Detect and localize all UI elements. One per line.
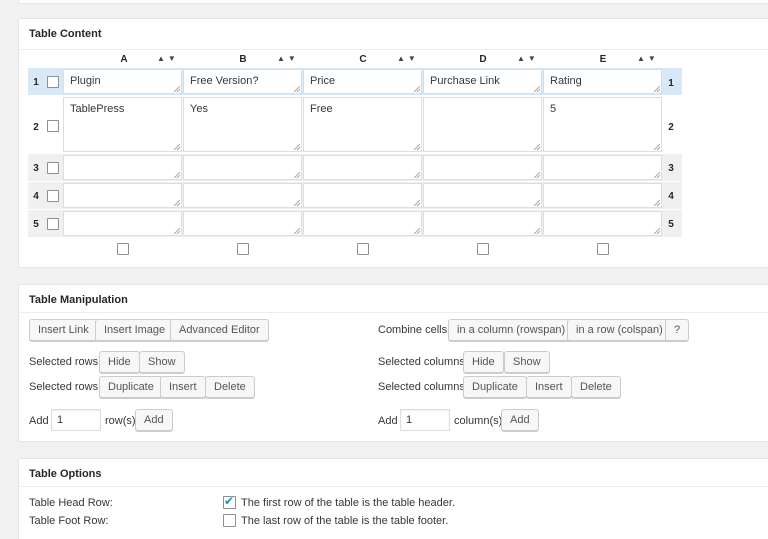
table-cell[interactable]	[303, 183, 422, 208]
row-number: 2	[33, 122, 39, 133]
column-header-c[interactable]: C	[357, 54, 369, 66]
advanced-editor-button[interactable]: Advanced Editor	[170, 319, 269, 341]
table-cell[interactable]	[183, 211, 302, 236]
column-header-b[interactable]: B	[237, 54, 249, 66]
panel-separator	[19, 49, 768, 50]
insert-link-button[interactable]: Insert Link	[29, 319, 98, 341]
column-select-checkbox[interactable]	[357, 243, 369, 255]
top-panel-edge	[18, 0, 768, 4]
table-cell[interactable]	[183, 183, 302, 208]
column-header-d[interactable]: D	[477, 54, 489, 66]
row-select-checkbox[interactable]	[47, 76, 59, 88]
table-cell[interactable]	[303, 211, 422, 236]
show-rows-button[interactable]: Show	[139, 351, 185, 373]
table-head-row-checkbox[interactable]	[223, 494, 236, 509]
row-select-checkbox[interactable]	[47, 162, 59, 174]
show-columns-button[interactable]: Show	[504, 351, 550, 373]
selected-rows-label: Selected rows:	[29, 381, 102, 393]
selected-columns-label: Selected columns:	[378, 356, 468, 368]
table-options-title: Table Options	[29, 468, 102, 480]
column-header-e[interactable]: E	[597, 54, 609, 66]
table-cell[interactable]: Rating	[543, 69, 662, 94]
table-cell[interactable]	[63, 155, 182, 180]
column-select-checkbox[interactable]	[237, 243, 249, 255]
sort-arrows-icon[interactable]: ▲▼	[517, 54, 539, 63]
add-rows-label: Add	[29, 415, 49, 427]
table-cell[interactable]: Yes	[183, 97, 302, 152]
combine-column-button[interactable]: in a column (rowspan)	[448, 319, 575, 341]
sort-arrows-icon[interactable]: ▲▼	[157, 54, 179, 63]
combine-cells-label: Combine cells:	[378, 324, 451, 336]
table-foot-row-text: The last row of the table is the table f…	[241, 515, 449, 527]
column-select-checkbox[interactable]	[477, 243, 489, 255]
table-cell[interactable]	[303, 155, 422, 180]
row-number: 4	[668, 191, 674, 202]
insert-rows-button[interactable]: Insert	[160, 376, 206, 398]
table-cell[interactable]: Free Version?	[183, 69, 302, 94]
add-columns-button[interactable]: Add	[501, 409, 539, 431]
table-content-title: Table Content	[29, 28, 102, 40]
row-select-checkbox[interactable]	[47, 218, 59, 230]
panel-separator	[19, 312, 768, 313]
table-cell[interactable]: Plugin	[63, 69, 182, 94]
sort-arrows-icon[interactable]: ▲▼	[277, 54, 299, 63]
row-number: 3	[668, 163, 674, 174]
table-head-row-label: Table Head Row:	[29, 497, 113, 509]
add-columns-label: Add	[378, 415, 398, 427]
row-number: 1	[668, 78, 674, 89]
table-cell[interactable]	[423, 97, 542, 152]
column-select-checkbox[interactable]	[597, 243, 609, 255]
sort-arrows-icon[interactable]: ▲▼	[637, 54, 659, 63]
selected-columns-label: Selected columns:	[378, 381, 468, 393]
panel-separator	[19, 486, 768, 487]
row-number: 3	[33, 163, 39, 174]
delete-rows-button[interactable]: Delete	[205, 376, 255, 398]
hide-rows-button[interactable]: Hide	[99, 351, 140, 373]
column-select-checkbox[interactable]	[117, 243, 129, 255]
table-cell[interactable]	[423, 155, 542, 180]
columns-suffix-label: column(s)	[454, 415, 503, 427]
row-number: 4	[33, 191, 39, 202]
add-rows-count-input[interactable]: 1	[51, 409, 101, 431]
table-cell[interactable]: Price	[303, 69, 422, 94]
hide-columns-button[interactable]: Hide	[463, 351, 504, 373]
table-cell[interactable]: Free	[303, 97, 422, 152]
table-cell[interactable]	[423, 183, 542, 208]
duplicate-columns-button[interactable]: Duplicate	[463, 376, 527, 398]
table-cell[interactable]	[543, 211, 662, 236]
selected-rows-label: Selected rows:	[29, 356, 102, 368]
add-rows-button[interactable]: Add	[135, 409, 173, 431]
table-manipulation-title: Table Manipulation	[29, 294, 128, 306]
add-columns-count-input[interactable]: 1	[400, 409, 450, 431]
help-button[interactable]: ?	[665, 319, 690, 341]
column-header-a[interactable]: A	[118, 54, 130, 66]
row-select-checkbox[interactable]	[47, 190, 59, 202]
table-head-row-text: The first row of the table is the table …	[241, 497, 456, 509]
table-cell[interactable]	[183, 155, 302, 180]
insert-image-button[interactable]: Insert Image	[95, 319, 175, 341]
table-cell[interactable]: Purchase Link	[423, 69, 542, 94]
table-foot-row-checkbox[interactable]	[223, 514, 236, 527]
row-number: 1	[33, 77, 39, 88]
row-select-checkbox[interactable]	[47, 120, 59, 132]
row-number: 5	[33, 219, 39, 230]
insert-columns-button[interactable]: Insert	[526, 376, 572, 398]
table-cell[interactable]	[423, 211, 542, 236]
table-cell[interactable]: TablePress	[63, 97, 182, 152]
table-cell[interactable]	[63, 183, 182, 208]
combine-row-button[interactable]: in a row (colspan)	[567, 319, 672, 341]
row-number: 5	[668, 219, 674, 230]
table-cell[interactable]	[63, 211, 182, 236]
sort-arrows-icon[interactable]: ▲▼	[397, 54, 419, 63]
table-foot-row-label: Table Foot Row:	[29, 515, 109, 527]
delete-columns-button[interactable]: Delete	[571, 376, 621, 398]
rows-suffix-label: row(s)	[105, 415, 136, 427]
table-cell[interactable]: 5	[543, 97, 662, 152]
duplicate-rows-button[interactable]: Duplicate	[99, 376, 163, 398]
table-cell[interactable]	[543, 183, 662, 208]
row-number: 2	[668, 122, 674, 133]
table-cell[interactable]	[543, 155, 662, 180]
